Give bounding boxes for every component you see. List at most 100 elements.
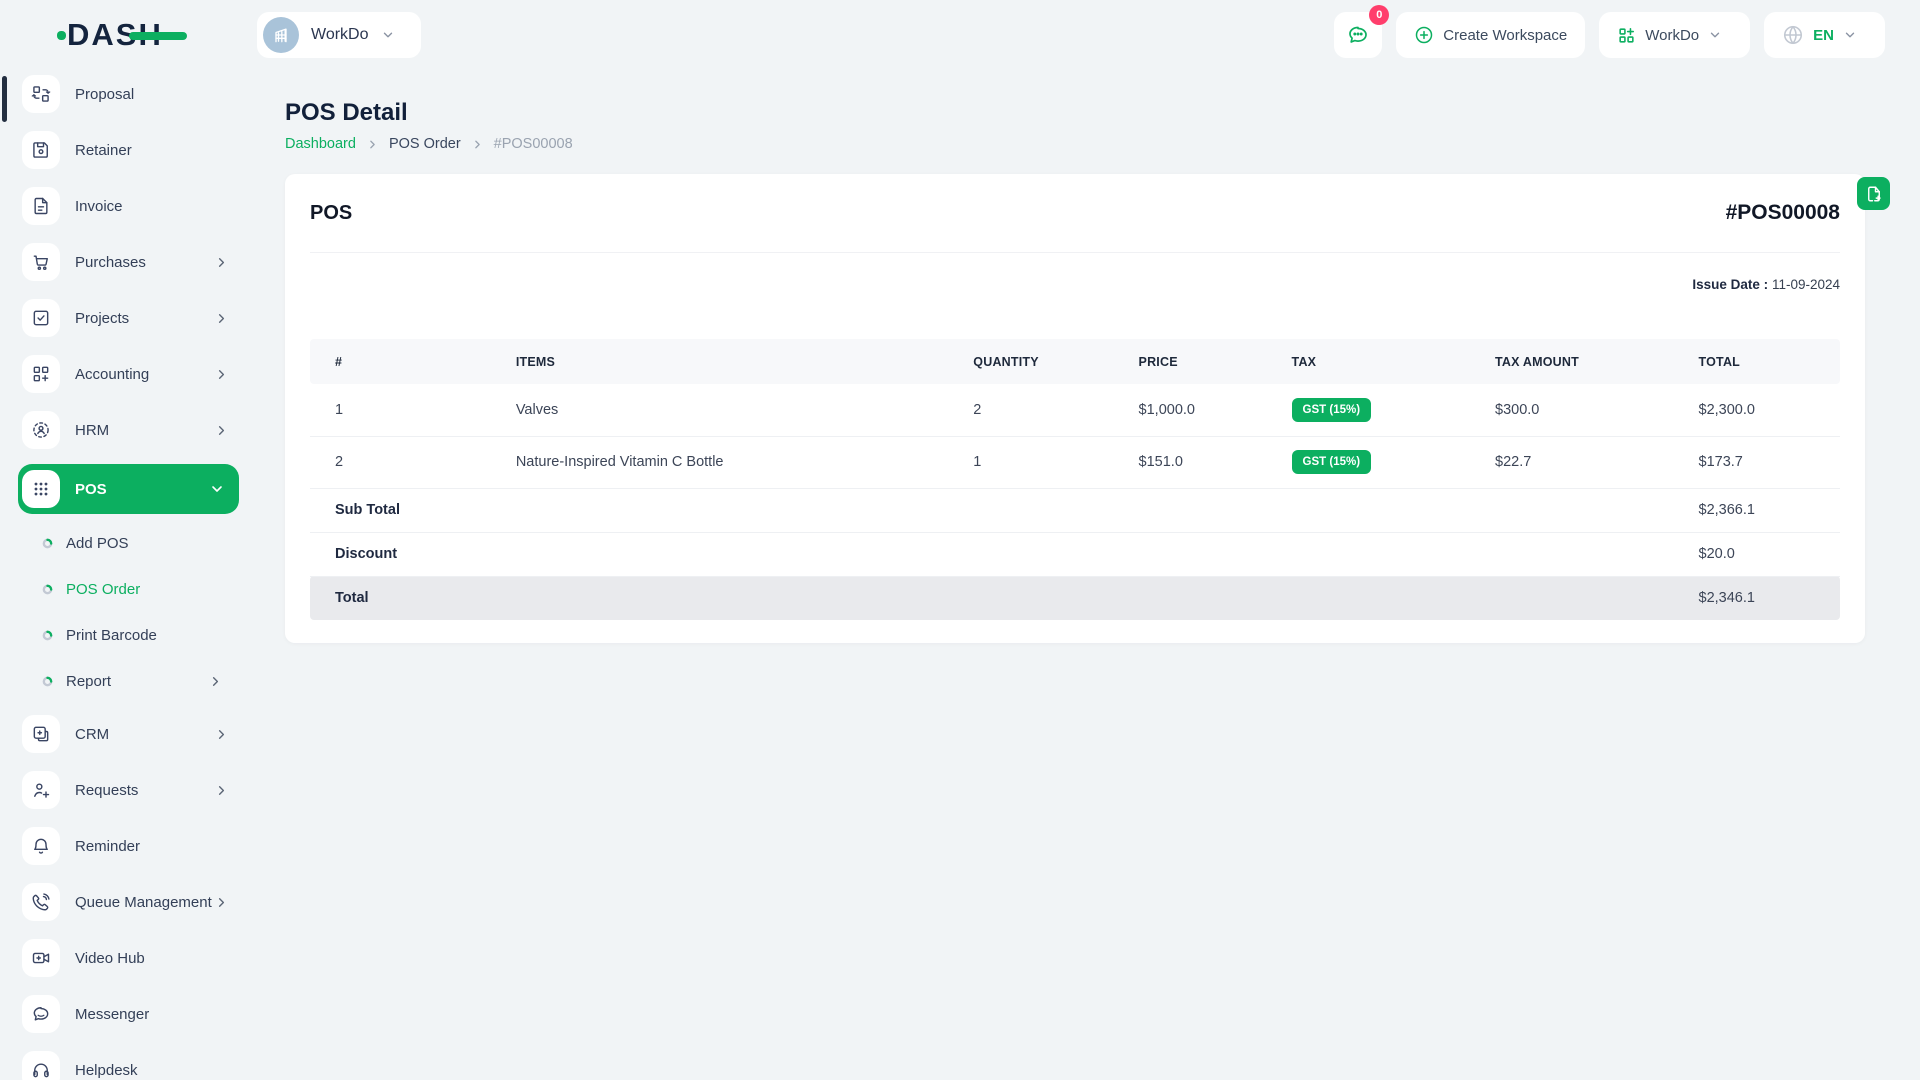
sidebar-item-label: CRM <box>75 725 110 743</box>
column-header: ITEMS <box>505 339 964 384</box>
cell-quantity: 1 <box>963 436 1129 489</box>
reminder-icon <box>22 827 60 865</box>
sidebar-item-video-hub[interactable]: Video Hub <box>18 936 239 980</box>
chevron-right-icon <box>366 138 379 151</box>
pos-icon <box>22 470 60 508</box>
pos-items-table: # ITEMS QUANTITY PRICE TAX TAX AMOUNT TOTAL 1V… <box>310 339 1840 620</box>
tax-badge: GST (15%) <box>1291 397 1372 422</box>
messages-button[interactable]: 0 <box>1334 5 1390 58</box>
file-export-icon <box>1865 185 1883 203</box>
summary-label: Sub Total <box>310 488 1689 533</box>
sidebar-item-purchases[interactable]: Purchases <box>18 240 239 284</box>
chevron-right-icon <box>214 255 229 270</box>
cell-tax: GST (15%) <box>1281 384 1486 437</box>
table-header-row: # ITEMS QUANTITY PRICE TAX TAX AMOUNT TOTAL <box>310 339 1840 384</box>
accounting-icon <box>22 355 60 393</box>
breadcrumb-dashboard-link[interactable]: Dashboard <box>285 136 356 152</box>
column-header: PRICE <box>1128 339 1282 384</box>
sidebar-subitem-report[interactable]: Report <box>18 658 239 704</box>
submenu-bullet-icon <box>42 630 53 641</box>
sidebar-item-proposal[interactable]: Proposal <box>18 72 239 116</box>
sidebar-item-queue-management[interactable]: Queue Management <box>18 880 239 924</box>
summary-row-sub-total: Sub Total $2,366.1 <box>310 488 1840 533</box>
issue-date-value: 11-09-2024 <box>1771 277 1840 292</box>
company-menu-button[interactable]: WorkDo <box>1599 12 1751 58</box>
column-header: TAX <box>1281 339 1486 384</box>
issue-date: Issue Date : 11-09-2024 <box>310 277 1840 292</box>
chevron-right-icon <box>214 727 229 742</box>
company-menu-label: WorkDo <box>1645 26 1700 44</box>
chevron-down-icon <box>1708 28 1722 42</box>
create-workspace-label: Create Workspace <box>1443 26 1568 44</box>
cell-tax-amount: $300.0 <box>1485 384 1689 437</box>
purchases-icon <box>22 243 60 281</box>
summary-label: Total <box>310 576 1689 620</box>
cell-item: Valves <box>505 384 964 437</box>
cell-price: $151.0 <box>1128 436 1282 489</box>
sidebar-item-accounting[interactable]: Accounting <box>18 352 239 396</box>
sidebar-item-projects[interactable]: Projects <box>18 296 239 340</box>
sidebar-scrollbar-thumb[interactable] <box>2 76 7 122</box>
sidebar-item-helpdesk[interactable]: Helpdesk <box>18 1048 239 1080</box>
logo-dot <box>57 31 66 40</box>
chat-bubble-icon <box>1346 23 1370 47</box>
cell-tax-amount: $22.7 <box>1485 436 1689 489</box>
chevron-right-icon <box>214 783 229 798</box>
sidebar-item-retainer[interactable]: Retainer <box>18 128 239 172</box>
language-menu-button[interactable]: EN <box>1764 12 1885 58</box>
cell-price: $1,000.0 <box>1128 384 1282 437</box>
sidebar-item-label: Purchases <box>75 253 146 271</box>
summary-row-discount: Discount $20.0 <box>310 532 1840 577</box>
projects-icon <box>22 299 60 337</box>
breadcrumb-current: #POS00008 <box>493 136 573 152</box>
workspace-switcher[interactable]: WorkDo <box>257 12 421 58</box>
sidebar-submenu-pos: Add POS POS Order Print Barcode Report <box>18 520 239 704</box>
cell-total: $2,300.0 <box>1688 384 1840 437</box>
sidebar-subitem-label: Print Barcode <box>66 626 157 644</box>
sidebar-item-label: Proposal <box>75 85 135 103</box>
sidebar-subitem-print-barcode[interactable]: Print Barcode <box>18 612 239 658</box>
logo-dash-bar <box>128 32 187 40</box>
cell-tax: GST (15%) <box>1281 436 1486 489</box>
top-header: DASH WorkDo 0 Create Workspace WorkDo EN <box>0 0 1920 70</box>
create-workspace-button[interactable]: Create Workspace <box>1396 12 1586 58</box>
sidebar-subitem-add-pos[interactable]: Add POS <box>18 520 239 566</box>
sidebar-item-invoice[interactable]: Invoice <box>18 184 239 228</box>
chevron-down-icon <box>1843 28 1857 42</box>
grid-plus-icon <box>1617 26 1636 45</box>
table-row: 1 Valves 2 $1,000.0 GST (15%) $300.0 $2,300.0 <box>310 384 1840 437</box>
sidebar-item-label: Retainer <box>75 141 132 159</box>
sidebar-item-label: POS <box>75 480 107 498</box>
column-header: # <box>310 339 506 384</box>
building-icon <box>263 17 299 53</box>
breadcrumb: Dashboard POS Order #POS00008 <box>285 136 1865 152</box>
sidebar-subitem-label: Report <box>66 672 112 690</box>
video-icon <box>22 939 60 977</box>
queue-icon <box>22 883 60 921</box>
submenu-bullet-icon <box>42 676 53 687</box>
chevron-down-icon <box>381 28 395 42</box>
sidebar-item-reminder[interactable]: Reminder <box>18 824 239 868</box>
sidebar-item-hrm[interactable]: HRM <box>18 408 239 452</box>
sidebar-item-crm[interactable]: CRM <box>18 712 239 756</box>
sidebar-item-label: Helpdesk <box>75 1061 138 1079</box>
page-title: POS Detail <box>285 99 408 126</box>
sidebar-item-label: Requests <box>75 781 139 799</box>
cell-total: $173.7 <box>1688 436 1840 489</box>
sidebar-item-label: Invoice <box>75 197 123 215</box>
workspace-label: WorkDo <box>311 26 369 43</box>
export-pos-button[interactable] <box>1857 177 1890 210</box>
dash-logo[interactable]: DASH <box>57 17 187 53</box>
proposal-icon <box>22 75 60 113</box>
sidebar-item-messenger[interactable]: Messenger <box>18 992 239 1036</box>
helpdesk-icon <box>22 1051 60 1080</box>
sidebar-subitem-pos-order[interactable]: POS Order <box>18 566 239 612</box>
cell-index: 1 <box>310 384 506 437</box>
pos-detail-card: POS #POS00008 Issue Date : 11-09-2024 # I… <box>285 174 1865 643</box>
sidebar-item-requests[interactable]: Requests <box>18 768 239 812</box>
breadcrumb-pos-order-link[interactable]: POS Order <box>389 136 461 152</box>
sidebar-item-label: Accounting <box>75 365 150 383</box>
sidebar-item-pos[interactable]: POS <box>18 464 239 514</box>
chevron-right-icon <box>214 311 229 326</box>
sidebar-item-label: Projects <box>75 309 130 327</box>
